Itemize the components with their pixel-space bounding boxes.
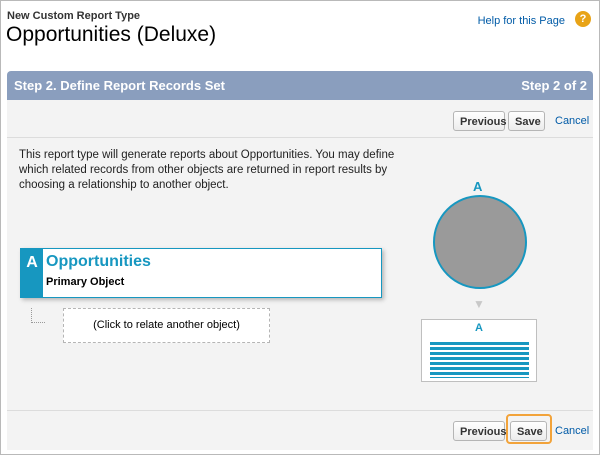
diagram-table-rows [430,342,529,378]
step-title: Step 2. Define Report Records Set [14,78,225,93]
page-subtitle: New Custom Report Type [7,10,141,22]
step-bar: Step 2. Define Report Records Set Step 2… [7,71,593,100]
previous-button-top[interactable]: Previous [453,111,506,131]
relation-connector [31,308,45,323]
primary-object-letter: A [21,249,43,297]
save-button-top[interactable]: Save [508,111,545,131]
divider-top [7,137,593,138]
diagram-letter-a: A [473,179,483,194]
page-title: Opportunities (Deluxe) [6,23,217,46]
down-arrow-icon: ▼ [473,297,485,311]
primary-object-label: Primary Object [46,276,125,288]
page-frame: New Custom Report Type Opportunities (De… [0,0,600,455]
help-link[interactable]: Help for this Page [478,15,565,27]
step-count: Step 2 of 2 [521,78,587,93]
cancel-link-top[interactable]: Cancel [555,115,589,127]
save-highlight-outline [506,414,552,444]
previous-button-bottom[interactable]: Previous [453,421,506,441]
cancel-link-bottom[interactable]: Cancel [555,425,589,437]
main-panel: Previous Save Cancel This report type wi… [7,100,593,450]
page-header: New Custom Report Type Opportunities (De… [6,10,593,52]
primary-object-name: Opportunities [46,253,151,270]
diagram-records-table: A [421,319,537,382]
description-text: This report type will generate reports a… [19,149,395,191]
help-icon[interactable]: ? [575,11,591,27]
primary-object-card: A Opportunities Primary Object [20,248,382,298]
divider-bottom [7,410,593,411]
relate-object-button[interactable]: (Click to relate another object) [63,308,270,343]
diagram-table-letter: A [475,322,483,334]
diagram-circle [433,195,527,289]
